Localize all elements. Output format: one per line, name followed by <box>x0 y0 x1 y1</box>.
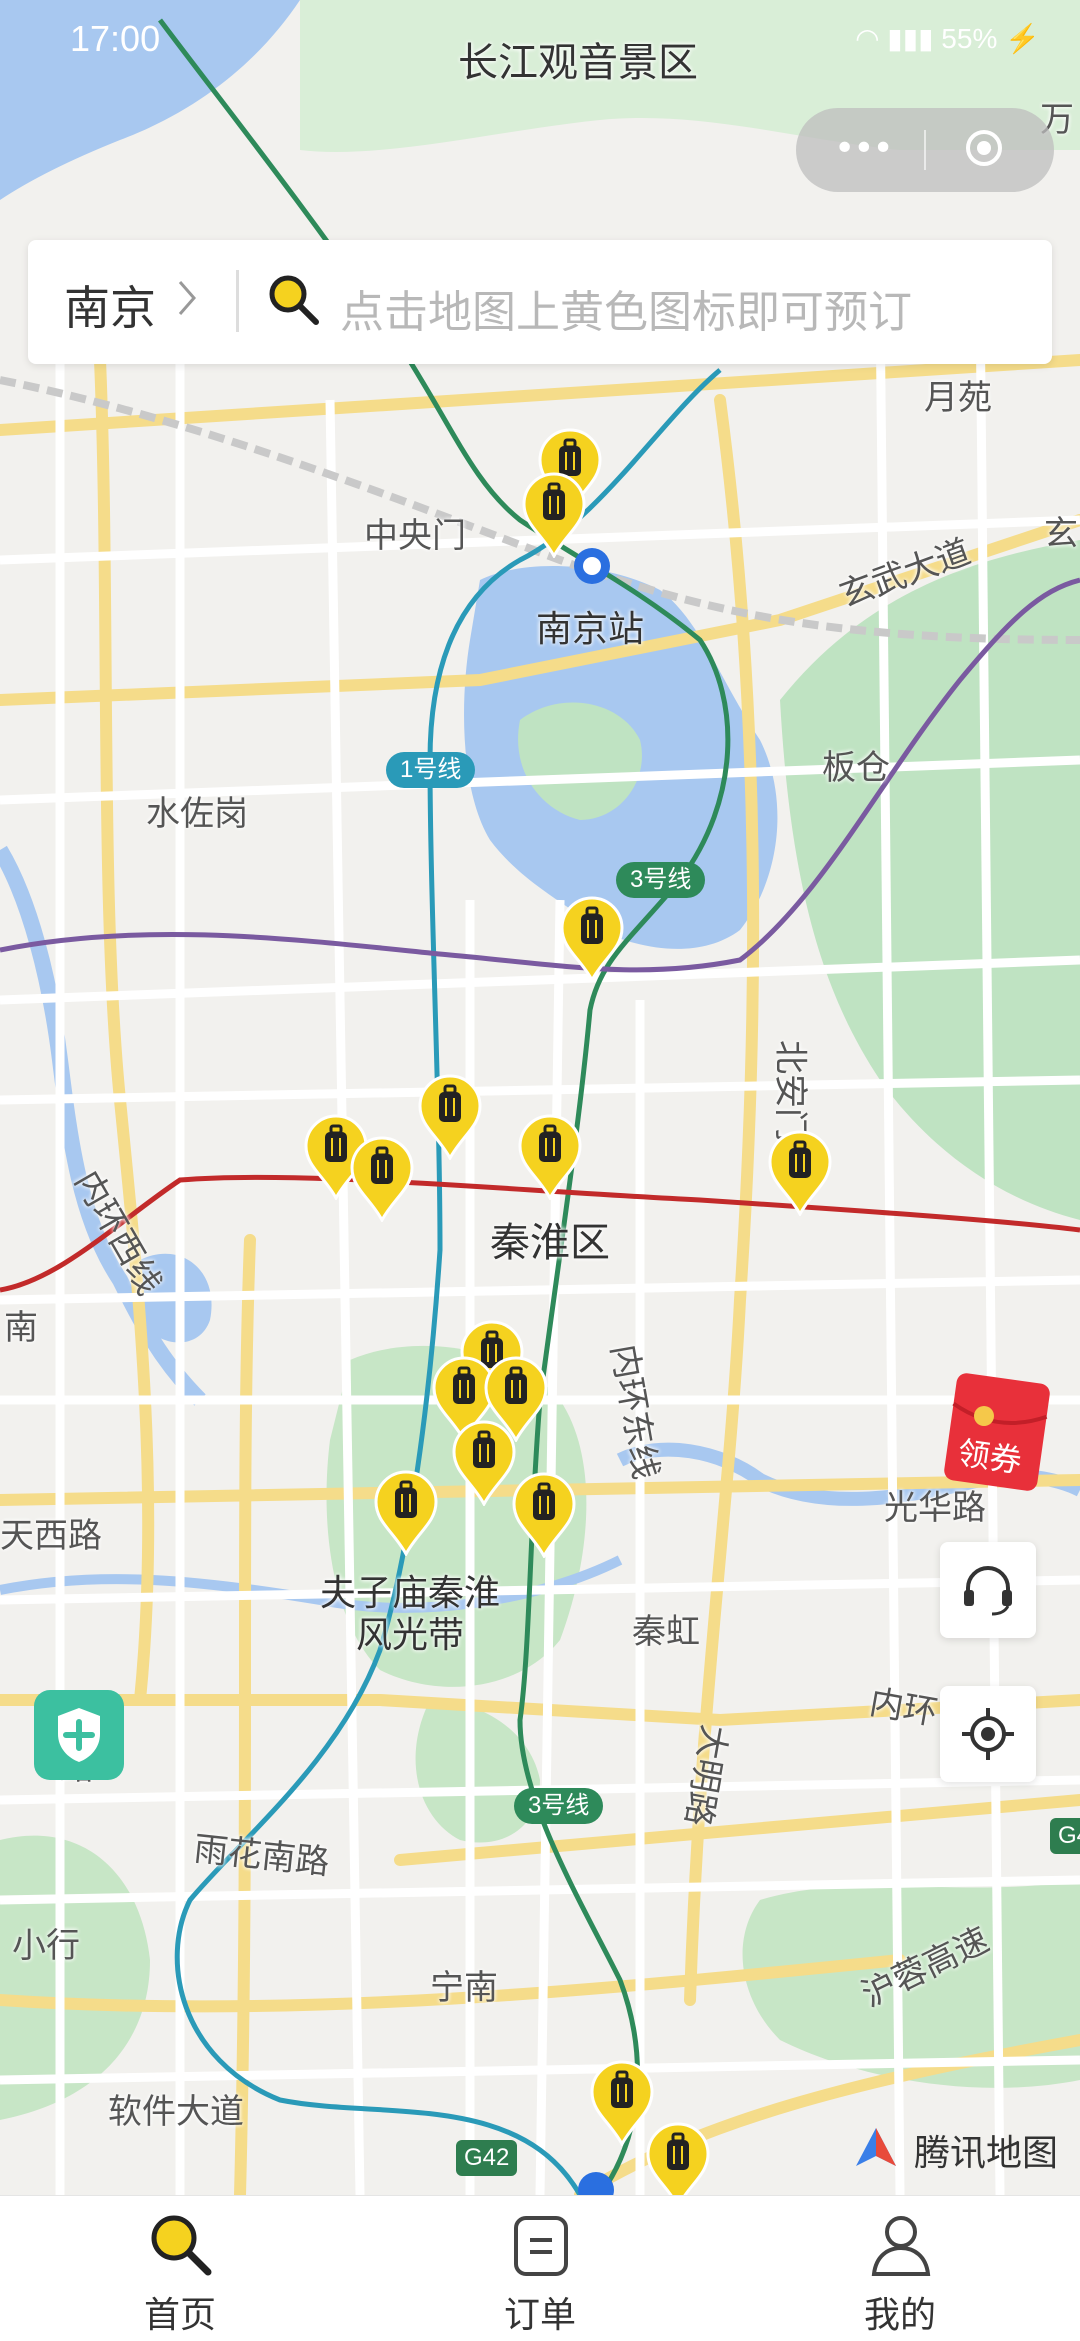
map-label-xiaohang: 小行 <box>12 1927 80 1965</box>
status-icons: ◠ ▮▮▮ 55% ⚡ <box>855 22 1040 55</box>
storage-pin[interactable] <box>374 1470 438 1556</box>
storage-pin[interactable] <box>646 2122 710 2195</box>
map-label-ruanjian-avenue: 软件大道 <box>108 2093 244 2131</box>
storage-pin[interactable] <box>452 1420 516 1506</box>
bottom-tab-bar: 首页 订单 我的 <box>0 2195 1080 2341</box>
metro-badge-line1: 1号线 <box>386 752 476 788</box>
mini-program-capsule: ••• <box>796 108 1054 192</box>
status-time: 17:00 <box>70 18 161 59</box>
tab-profile[interactable]: 我的 <box>810 2196 990 2341</box>
wifi-icon: ◠ <box>855 23 880 54</box>
highway-badge-g4: G4 <box>1050 1818 1080 1854</box>
insurance-button[interactable] <box>34 1690 124 1780</box>
map-label-shuizuogang: 水佐岗 <box>146 795 248 833</box>
status-bar: 17:00 ◠ ▮▮▮ 55% ⚡ <box>0 0 1080 80</box>
map-label-ring-south: 南 <box>4 1309 38 1347</box>
map-provider-name: 腾讯地图 <box>914 2132 1059 2173</box>
search-bar[interactable]: 南京 点击地图上黄色图标即可预订 <box>28 240 1052 364</box>
charging-icon: ⚡ <box>1005 23 1040 54</box>
metro-badge-line3-south: 3号线 <box>514 1788 604 1824</box>
map-label-kuai: 玄 <box>1044 515 1078 553</box>
headset-icon <box>964 1566 1012 1616</box>
storage-pin[interactable] <box>418 1074 482 1160</box>
storage-pin[interactable] <box>560 896 624 982</box>
orders-icon <box>514 2216 568 2276</box>
storage-pin[interactable] <box>350 1136 414 1222</box>
customer-service-button[interactable] <box>940 1542 1036 1638</box>
map-label-qinhuai-district: 秦淮区 <box>490 1221 610 1265</box>
battery-level: 55% <box>941 23 998 54</box>
storage-pin[interactable] <box>522 472 586 558</box>
tab-home[interactable]: 首页 <box>90 2196 270 2341</box>
map-label-qinhong: 秦虹 <box>632 1613 700 1651</box>
user-icon <box>871 2216 931 2276</box>
close-target-icon[interactable] <box>964 128 1004 168</box>
map-label-yueyuan: 月苑 <box>924 379 992 417</box>
search-icon <box>269 275 319 325</box>
map-label-bancang: 板仓 <box>822 749 890 787</box>
chevron-right-icon <box>178 281 196 315</box>
storage-pin[interactable] <box>768 1130 832 1216</box>
map-label-zhongyangmen: 中央门 <box>364 517 466 555</box>
coupon-label: 领券 <box>955 1434 1024 1480</box>
map-label-ningnan: 宁南 <box>430 1969 498 2007</box>
tab-profile-label: 我的 <box>863 2294 936 2335</box>
locate-button[interactable] <box>940 1686 1036 1782</box>
shield-plus-icon <box>58 1708 100 1762</box>
search-divider <box>236 270 239 332</box>
storage-pin[interactable] <box>518 1114 582 1200</box>
highway-badge-g42: G42 <box>456 2140 518 2176</box>
tab-home-label: 首页 <box>143 2294 216 2335</box>
signal-icon: ▮▮▮ <box>887 23 934 54</box>
map-label-tianxi-road: 天西路 <box>0 1517 102 1555</box>
capsule-divider <box>924 130 926 170</box>
storage-pin[interactable] <box>512 1472 576 1558</box>
metro-badge-line3: 3号线 <box>616 862 706 898</box>
home-search-icon <box>151 2215 212 2276</box>
city-selector[interactable]: 南京 <box>64 272 156 338</box>
search-input[interactable]: 点击地图上黄色图标即可预订 <box>340 276 912 340</box>
storage-pin[interactable] <box>590 2060 654 2146</box>
tencent-map-logo-icon <box>856 2128 896 2166</box>
map-label-fengguangdai: 风光带 <box>356 1614 465 1655</box>
locate-icon <box>962 1708 1014 1760</box>
coupon-button[interactable]: 领券 <box>944 1370 1054 1494</box>
tab-orders-label: 订单 <box>503 2294 576 2335</box>
tab-orders[interactable]: 订单 <box>450 2196 630 2341</box>
map-label-nanjing-station: 南京站 <box>536 608 645 649</box>
more-dots-icon[interactable]: ••• <box>834 128 894 169</box>
